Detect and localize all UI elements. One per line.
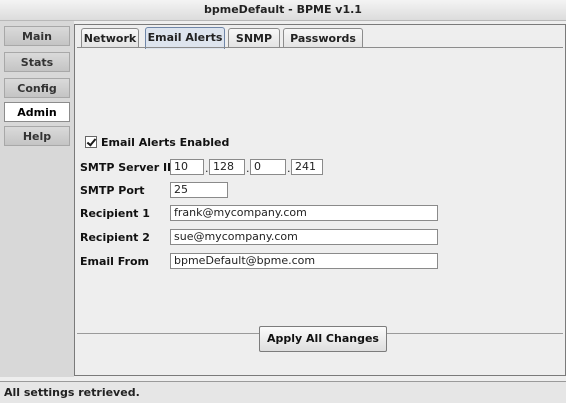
recipient-1-label: Recipient 1 (80, 207, 150, 220)
recipient-2-label: Recipient 2 (80, 231, 150, 244)
tab-passwords[interactable]: Passwords (283, 28, 363, 48)
tab-email-alerts[interactable]: Email Alerts (145, 27, 225, 49)
email-alerts-enabled-checkbox[interactable] (85, 136, 97, 148)
ip-separator: . (246, 162, 250, 175)
smtp-ip-octet-1[interactable]: 10 (170, 159, 204, 175)
email-alerts-enabled-row[interactable]: Email Alerts Enabled (85, 135, 229, 149)
email-from-field[interactable]: bpmeDefault@bpme.com (170, 253, 438, 269)
smtp-ip-octet-4[interactable]: 241 (291, 159, 323, 175)
sidebar-item-main[interactable]: Main (4, 26, 70, 46)
ip-separator: . (205, 162, 209, 175)
recipient-1-field[interactable]: frank@mycompany.com (170, 205, 438, 221)
sidebar-item-help[interactable]: Help (4, 126, 70, 146)
email-alerts-enabled-label: Email Alerts Enabled (101, 135, 230, 149)
smtp-ip-octet-2[interactable]: 128 (209, 159, 245, 175)
email-alerts-form: Email Alerts Enabled SMTP Server IP 10 .… (77, 48, 563, 330)
admin-panel: Network Email Alerts SNMP Passwords Emai… (74, 24, 566, 376)
apply-all-changes-button[interactable]: Apply All Changes (259, 326, 387, 352)
tab-snmp[interactable]: SNMP (228, 28, 280, 48)
recipient-2-field[interactable]: sue@mycompany.com (170, 229, 438, 245)
email-from-label: Email From (80, 255, 150, 268)
sidebar-item-config[interactable]: Config (4, 78, 70, 98)
ip-separator: . (287, 162, 291, 175)
smtp-ip-octet-3[interactable]: 0 (250, 159, 286, 175)
tab-network[interactable]: Network (81, 28, 139, 48)
sidebar-item-admin[interactable]: Admin (4, 102, 70, 122)
smtp-server-ip-label: SMTP Server IP (80, 161, 176, 174)
smtp-port-label: SMTP Port (80, 184, 145, 197)
sidebar: Main Stats Config Admin Help (0, 21, 74, 377)
window-title: bpmeDefault - BPME v1.1 (0, 0, 566, 21)
status-bar: All settings retrieved. (0, 381, 566, 403)
smtp-port-field[interactable]: 25 (170, 182, 228, 198)
sidebar-item-stats[interactable]: Stats (4, 52, 70, 72)
